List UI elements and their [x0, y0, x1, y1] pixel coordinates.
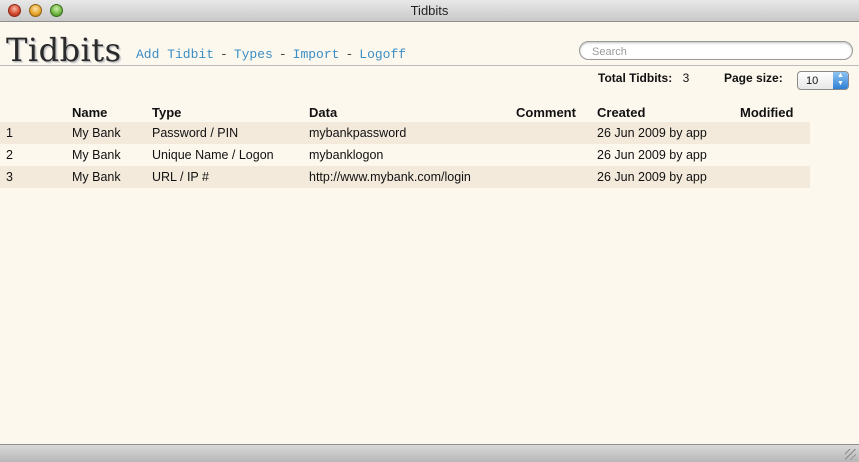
search-input[interactable] — [592, 43, 842, 61]
cell-data: mybanklogon — [309, 148, 384, 162]
column-header-created[interactable]: Created — [597, 102, 740, 122]
import-link[interactable]: Import — [293, 47, 340, 62]
table-row[interactable]: 1 My Bank Password / PIN mybankpassword … — [0, 122, 810, 144]
tidbits-table: Name Type Data Comment Created Modified … — [0, 102, 810, 188]
column-header-name[interactable]: Name — [72, 102, 152, 122]
column-header-type[interactable]: Type — [152, 102, 309, 122]
main-content: Tidbits Add Tidbit-Types-Import-Logoff T… — [0, 22, 859, 444]
cell-modified — [740, 122, 810, 144]
nav-separator: - — [345, 47, 354, 62]
column-header-index[interactable] — [0, 102, 72, 122]
resize-grip-icon[interactable] — [845, 449, 856, 460]
cell-created: 26 Jun 2009 by app — [597, 148, 707, 162]
window-titlebar: Tidbits — [0, 0, 859, 22]
cell-name: My Bank — [72, 148, 121, 162]
total-tidbits-value: 3 — [682, 71, 690, 85]
cell-data: mybankpassword — [309, 122, 516, 144]
row-index: 1 — [0, 122, 72, 144]
logoff-link[interactable]: Logoff — [359, 47, 406, 62]
table-row[interactable]: 3 My Bank URL / IP # http://www.mybank.c… — [0, 166, 810, 188]
add-tidbit-link[interactable]: Add Tidbit — [136, 47, 214, 62]
cell-created: 26 Jun 2009 by app — [597, 166, 740, 188]
cell-modified — [740, 144, 810, 166]
cell-data: http://www.mybank.com/login — [309, 166, 516, 188]
cell-name: My Bank — [72, 166, 152, 188]
cell-type: Unique Name / Logon — [152, 148, 274, 162]
page-size-select[interactable]: 10 ▲ ▼ — [797, 71, 849, 90]
column-header-comment[interactable]: Comment — [516, 102, 597, 122]
row-index: 2 — [6, 148, 13, 162]
nav-separator: - — [278, 47, 287, 62]
page-size-value: 10 — [806, 75, 819, 87]
page-size-label: Page size: — [724, 71, 783, 85]
total-tidbits: Total Tidbits: 3 — [598, 71, 689, 85]
row-index: 3 — [0, 166, 72, 188]
total-tidbits-label: Total Tidbits: — [598, 71, 673, 85]
cell-type: URL / IP # — [152, 166, 309, 188]
window-title: Tidbits — [410, 3, 449, 18]
cell-comment — [516, 144, 597, 166]
cell-name: My Bank — [72, 122, 152, 144]
cell-comment — [516, 166, 597, 188]
cell-modified — [740, 166, 810, 188]
search-box[interactable] — [579, 41, 853, 61]
top-nav: Add Tidbit - Types - Import - Logoff — [136, 47, 406, 62]
column-header-data[interactable]: Data — [309, 102, 516, 122]
table-row[interactable]: 2 My Bank Unique Name / Logon mybanklogo… — [0, 144, 810, 166]
app-logo: Tidbits — [6, 31, 122, 69]
header-divider — [0, 65, 859, 66]
cell-type: Password / PIN — [152, 122, 309, 144]
select-arrows-icon: ▲ ▼ — [833, 72, 848, 89]
types-link[interactable]: Types — [234, 47, 273, 62]
cell-comment — [516, 122, 597, 144]
column-header-modified[interactable]: Modified — [740, 102, 810, 122]
cell-created: 26 Jun 2009 by app — [597, 122, 740, 144]
nav-separator: - — [220, 47, 228, 62]
table-header-row: Name Type Data Comment Created Modified — [0, 102, 810, 122]
window-bottom-bar — [0, 444, 859, 462]
page-size-label-text: Page size: — [724, 71, 783, 85]
